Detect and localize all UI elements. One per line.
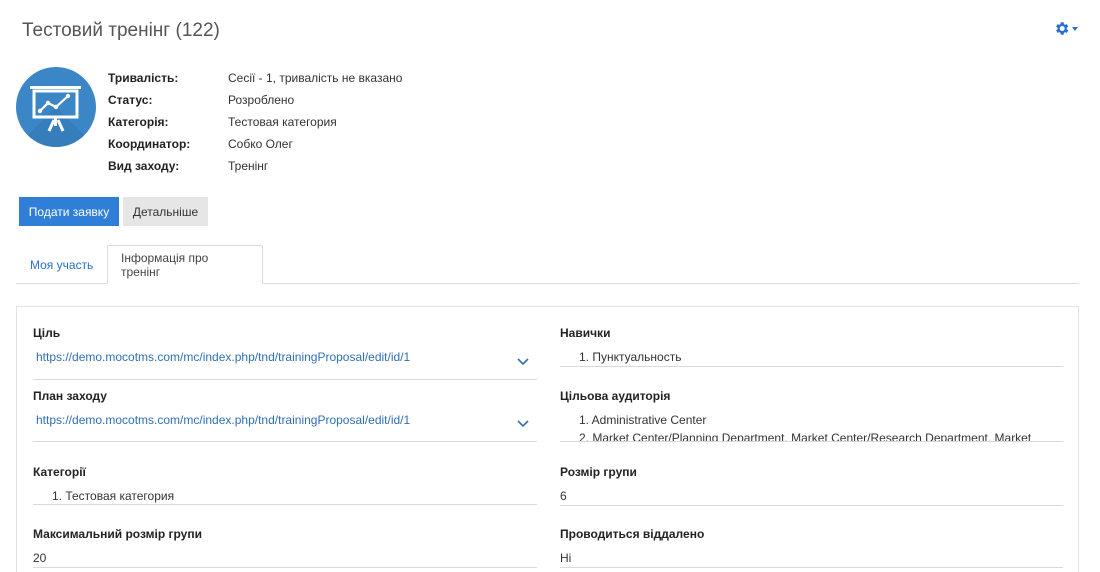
categories-value: 1. Тестовая категория <box>33 487 537 505</box>
goal-value: https://demo.mocotms.com/mc/index.php/tn… <box>33 344 537 380</box>
remote-value: Ні <box>560 549 1063 568</box>
audience-value: 1. Administrative Center 2. Market Cente… <box>560 411 1063 442</box>
chevron-down-icon[interactable] <box>517 411 529 437</box>
list-item: 1. Administrative Center <box>579 413 707 427</box>
tab-my-participation[interactable]: Моя участь <box>17 245 106 284</box>
field-label: Проводиться віддалено <box>560 527 705 541</box>
meta-label: Координатор: <box>108 137 191 151</box>
chevron-down-icon <box>1072 27 1078 31</box>
field-categories: Категорії 1. Тестовая категория <box>33 465 537 507</box>
plan-link[interactable]: https://demo.mocotms.com/mc/index.php/tn… <box>36 413 410 427</box>
goal-link[interactable]: https://demo.mocotms.com/mc/index.php/tn… <box>36 350 410 364</box>
field-label: Цільова аудиторія <box>560 389 671 403</box>
gear-icon <box>1053 20 1070 37</box>
meta-row-category: Категорія: Тестовая категория <box>108 111 402 133</box>
field-audience: Цільова аудиторія 1. Administrative Cent… <box>560 389 1063 445</box>
field-label: План заходу <box>33 389 107 403</box>
meta-value: Сесії - 1, тривалість не вказано <box>228 71 403 85</box>
categories-list: 1. Тестовая категория <box>52 487 537 505</box>
meta-value: Тестовая категория <box>228 115 337 129</box>
settings-menu-button[interactable] <box>1053 20 1078 37</box>
field-remote: Проводиться віддалено Ні <box>560 527 1063 569</box>
field-group-size: Розмір групи 6 <box>560 465 1063 507</box>
training-meta: Тривалість: Сесії - 1, тривалість не вка… <box>108 67 402 177</box>
tab-training-info[interactable]: Інформація про тренінг <box>107 245 263 284</box>
skills-list: 1. Пунктуальность <box>579 348 1063 366</box>
meta-value: Тренінг <box>228 159 269 173</box>
meta-label: Тривалість: <box>108 71 179 85</box>
meta-label: Категорія: <box>108 115 169 129</box>
group-size-value: 6 <box>560 487 1063 506</box>
apply-button[interactable]: Подати заявку <box>19 197 119 226</box>
list-item: 2. Market Center/Planning Department, Ma… <box>579 431 1032 442</box>
field-label: Розмір групи <box>560 465 637 479</box>
meta-row-status: Статус: Розроблено <box>108 89 402 111</box>
meta-row-duration: Тривалість: Сесії - 1, тривалість не вка… <box>108 67 402 89</box>
meta-label: Статус: <box>108 93 153 107</box>
field-label: Максимальний розмір групи <box>33 527 202 541</box>
chevron-down-icon[interactable] <box>517 349 529 375</box>
meta-value: Собко Олег <box>228 137 293 151</box>
meta-row-coordinator: Координатор: Собко Олег <box>108 133 402 155</box>
max-group-size-value: 20 <box>33 549 537 568</box>
details-button[interactable]: Детальніше <box>123 197 208 226</box>
meta-value: Розроблено <box>228 93 295 107</box>
field-goal: Ціль https://demo.mocotms.com/mc/index.p… <box>33 326 537 382</box>
audience-list: 1. Administrative Center 2. Market Cente… <box>579 411 1063 442</box>
field-max-group-size: Максимальний розмір групи 20 <box>33 527 537 569</box>
plan-value: https://demo.mocotms.com/mc/index.php/tn… <box>33 407 537 442</box>
field-label: Навички <box>560 326 611 340</box>
field-label: Ціль <box>33 326 61 340</box>
meta-row-event-type: Вид заходу: Тренінг <box>108 155 402 177</box>
list-item: 1. Тестовая категория <box>52 489 175 503</box>
training-info-panel: Ціль https://demo.mocotms.com/mc/index.p… <box>16 306 1079 572</box>
field-label: Категорії <box>33 465 86 479</box>
page-title: Тестовий тренінг (122) <box>22 20 220 41</box>
field-plan: План заходу https://demo.mocotms.com/mc/… <box>33 389 537 445</box>
meta-label: Вид заходу: <box>108 159 180 173</box>
training-presentation-icon <box>16 67 96 147</box>
list-item: 1. Пунктуальность <box>579 350 682 364</box>
skills-value: 1. Пунктуальность <box>560 348 1063 367</box>
tab-bar: Моя участь Інформація про тренінг <box>16 245 1079 284</box>
field-skills: Навички 1. Пунктуальность <box>560 326 1063 368</box>
